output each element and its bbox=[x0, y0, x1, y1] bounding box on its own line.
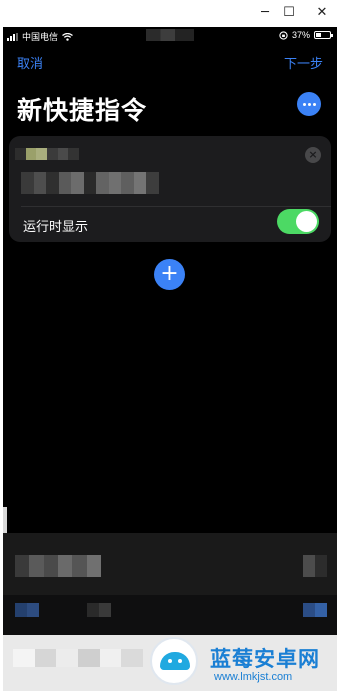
add-action-button[interactable]: + bbox=[154, 259, 185, 290]
page-title: 新快捷指令 bbox=[17, 97, 148, 125]
redacted-action-name bbox=[15, 148, 80, 160]
maximize-button[interactable]: ☐ bbox=[278, 4, 300, 22]
redacted-suggestion-icon bbox=[15, 603, 39, 617]
more-options-button[interactable] bbox=[297, 92, 321, 116]
signal-icon bbox=[7, 32, 18, 41]
battery-percent: 37% bbox=[291, 30, 310, 40]
watermark-url: www.lmkjst.com bbox=[214, 671, 293, 683]
rotation-lock-icon bbox=[279, 30, 288, 40]
android-icon bbox=[160, 652, 190, 670]
suggestion-row[interactable] bbox=[3, 533, 337, 595]
remove-action-icon[interactable]: × bbox=[305, 147, 321, 163]
show-when-run-toggle[interactable] bbox=[277, 209, 319, 234]
redacted-time bbox=[146, 29, 194, 41]
redacted-keyboard bbox=[13, 649, 144, 667]
card-divider bbox=[21, 206, 331, 207]
cancel-button[interactable]: 取消 bbox=[17, 53, 43, 72]
carrier-label: 中国电信 bbox=[22, 32, 59, 42]
redacted-action-detail bbox=[21, 172, 160, 194]
next-button[interactable]: 下一步 bbox=[284, 53, 323, 72]
watermark-name: 蓝莓安卓网 bbox=[210, 648, 320, 671]
status-bar: 中国电信 37% bbox=[3, 27, 337, 43]
battery-icon bbox=[314, 31, 333, 39]
window-titlebar: ─ ☐ ✕ bbox=[0, 0, 340, 27]
action-card[interactable]: × 运行时显示 bbox=[9, 136, 331, 242]
minimize-button[interactable]: ─ bbox=[254, 4, 276, 22]
redacted-suggestion-icon bbox=[303, 555, 327, 577]
suggestion-row[interactable] bbox=[3, 595, 337, 635]
phone-screen: 中国电信 37% 取消 下一步 新快捷指令 × 运行时显示 + bbox=[3, 27, 337, 691]
redacted-suggestion bbox=[87, 603, 111, 617]
watermark-logo-icon bbox=[150, 637, 198, 685]
show-when-run-label: 运行时显示 bbox=[23, 219, 89, 234]
close-button[interactable]: ✕ bbox=[311, 4, 333, 22]
wifi-icon bbox=[62, 32, 73, 41]
redacted-suggestion bbox=[15, 555, 101, 577]
more-icon bbox=[302, 102, 306, 106]
redacted-suggestion-icon bbox=[303, 603, 327, 617]
